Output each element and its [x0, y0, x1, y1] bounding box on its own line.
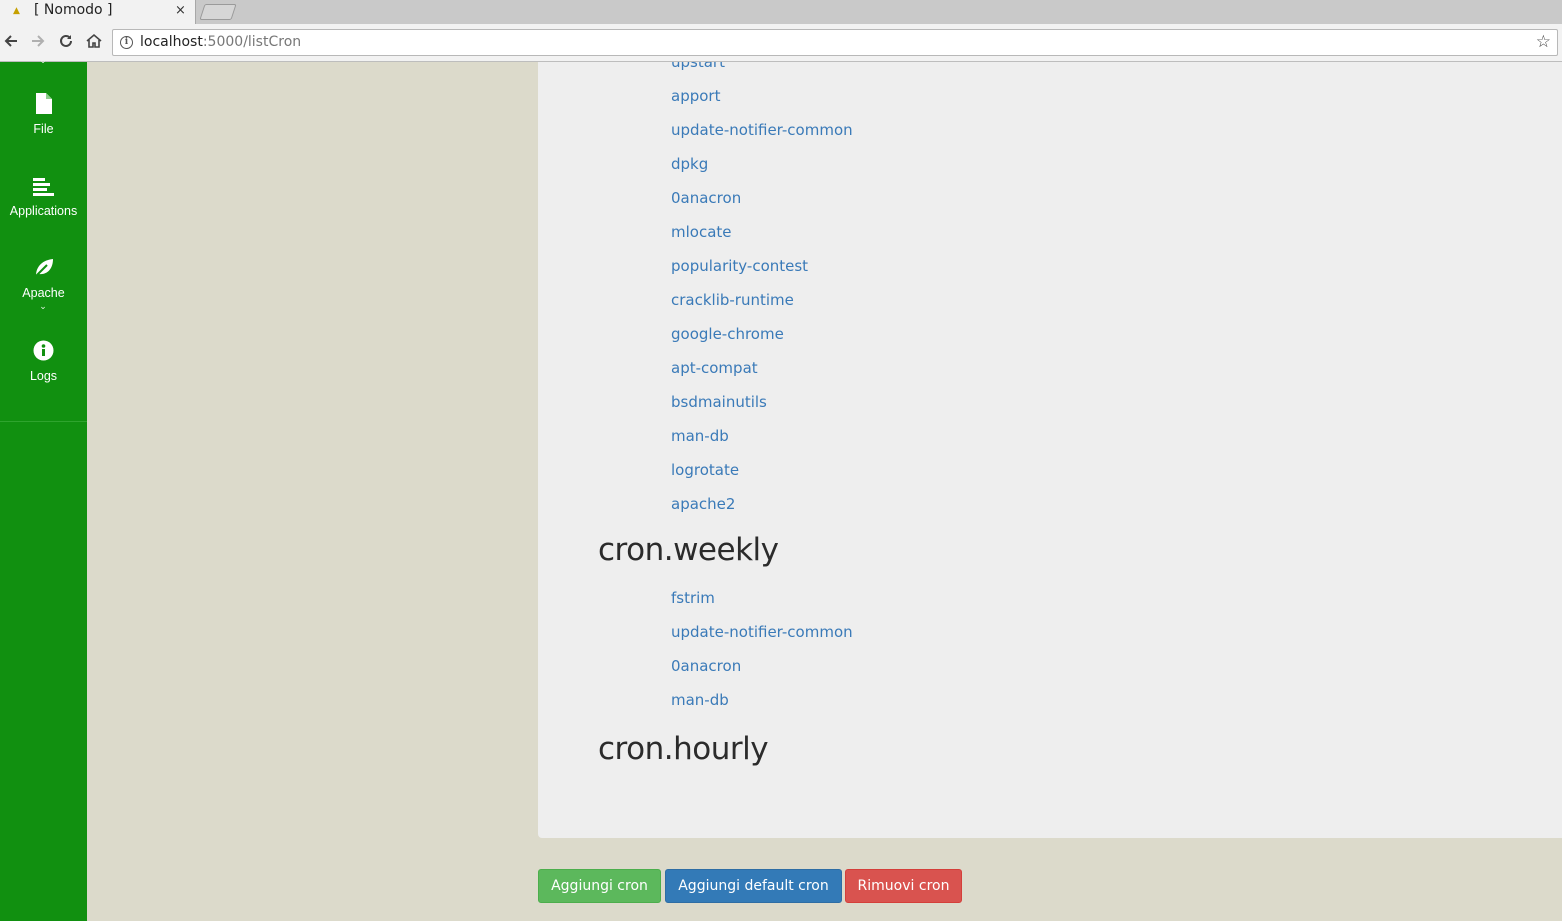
- cron-link[interactable]: apt-compat: [671, 351, 853, 385]
- tab-title: [ Nomodo ]: [34, 2, 113, 18]
- browser-toolbar: i localhost:5000/listCron ☆: [0, 24, 1562, 62]
- cron-link[interactable]: man-db: [671, 683, 853, 717]
- list-item: bsdmainutils: [671, 385, 853, 419]
- list-item: logrotate: [671, 453, 853, 487]
- leaf-icon: [33, 259, 55, 282]
- cron-daily-list: upstart apport update-notifier-common dp…: [671, 62, 853, 521]
- sidebar: ⌄ File Applications Apache ⌄ Logs: [0, 56, 87, 921]
- add-default-cron-button[interactable]: Aggiungi default cron: [665, 869, 842, 903]
- cron-link[interactable]: apache2: [671, 487, 853, 521]
- sidebar-item-label: Logs: [29, 369, 58, 383]
- forward-arrow-icon[interactable]: [28, 32, 48, 52]
- section-title-hourly: cron.hourly: [598, 731, 769, 767]
- section-title-weekly: cron.weekly: [598, 532, 779, 568]
- list-item: 0anacron: [671, 181, 853, 215]
- file-icon: [35, 93, 52, 118]
- sidebar-item-file[interactable]: File: [0, 93, 87, 136]
- sidebar-item-label: File: [33, 122, 54, 136]
- cron-link[interactable]: logrotate: [671, 453, 853, 487]
- list-item: dpkg: [671, 147, 853, 181]
- list-item: 0anacron: [671, 649, 853, 683]
- sidebar-divider: [0, 421, 87, 422]
- favicon-icon: ▲: [13, 6, 20, 16]
- home-icon[interactable]: [84, 32, 104, 52]
- info-circle-icon: [33, 340, 54, 365]
- list-item: update-notifier-common: [671, 113, 853, 147]
- address-bar[interactable]: i localhost:5000/listCron ☆: [112, 29, 1558, 56]
- bookmark-star-icon[interactable]: ☆: [1536, 32, 1551, 52]
- chevron-down-icon: ⌄: [39, 56, 47, 66]
- cron-weekly-list: fstrim update-notifier-common 0anacron m…: [671, 581, 853, 717]
- cron-link[interactable]: popularity-contest: [671, 249, 853, 283]
- list-item: upstart: [671, 62, 853, 79]
- add-cron-button[interactable]: Aggiungi cron: [538, 869, 661, 903]
- sidebar-item-applications[interactable]: Applications: [0, 178, 87, 218]
- cron-link[interactable]: man-db: [671, 419, 853, 453]
- list-item: apt-compat: [671, 351, 853, 385]
- remove-cron-button[interactable]: Rimuovi cron: [845, 869, 962, 903]
- cron-link[interactable]: apport: [671, 79, 853, 113]
- back-arrow-icon[interactable]: [1, 32, 21, 52]
- site-info-icon[interactable]: i: [120, 36, 133, 49]
- cron-link[interactable]: update-notifier-common: [671, 615, 853, 649]
- cron-link[interactable]: update-notifier-common: [671, 113, 853, 147]
- cron-link[interactable]: fstrim: [671, 581, 853, 615]
- browser-tab[interactable]: ▲ [ Nomodo ] ×: [0, 0, 196, 24]
- list-item: fstrim: [671, 581, 853, 615]
- list-item: google-chrome: [671, 317, 853, 351]
- browser-tabstrip: ▲ [ Nomodo ] ×: [0, 0, 1562, 24]
- list-item: popularity-contest: [671, 249, 853, 283]
- cron-link[interactable]: upstart: [671, 62, 853, 79]
- url-text: localhost:5000/listCron: [140, 34, 302, 50]
- list-item: man-db: [671, 683, 853, 717]
- reload-icon[interactable]: [56, 32, 76, 52]
- list-item: apport: [671, 79, 853, 113]
- sidebar-item-label: Apache: [22, 286, 65, 300]
- new-tab-button[interactable]: [199, 4, 237, 20]
- tab-close-icon[interactable]: ×: [175, 3, 186, 18]
- list-item: man-db: [671, 419, 853, 453]
- list-item: update-notifier-common: [671, 615, 853, 649]
- cron-panel: upstart apport update-notifier-common dp…: [538, 62, 1562, 838]
- chevron-down-icon[interactable]: ⌄: [36, 302, 50, 312]
- cron-link[interactable]: 0anacron: [671, 181, 853, 215]
- cron-link[interactable]: dpkg: [671, 147, 853, 181]
- sidebar-item-logs[interactable]: Logs: [0, 340, 87, 383]
- cron-link[interactable]: cracklib-runtime: [671, 283, 853, 317]
- list-item: apache2: [671, 487, 853, 521]
- cron-link[interactable]: mlocate: [671, 215, 853, 249]
- cron-link[interactable]: bsdmainutils: [671, 385, 853, 419]
- list-item: cracklib-runtime: [671, 283, 853, 317]
- applications-icon: [32, 178, 55, 200]
- cron-link[interactable]: 0anacron: [671, 649, 853, 683]
- list-item: mlocate: [671, 215, 853, 249]
- sidebar-item-apache[interactable]: Apache: [0, 258, 87, 300]
- sidebar-item-label: Applications: [9, 204, 78, 218]
- cron-link[interactable]: google-chrome: [671, 317, 853, 351]
